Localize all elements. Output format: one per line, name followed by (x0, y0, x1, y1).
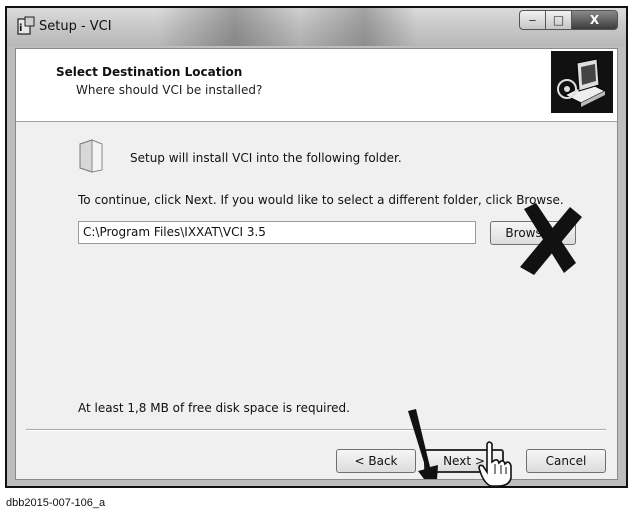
setup-window: i Setup - VCI ‒ □ X Select Destination L… (5, 6, 628, 488)
wizard-header: Select Destination Location Where should… (16, 49, 617, 122)
setup-app-icon: i (17, 16, 35, 36)
destination-path-input[interactable]: C:\Program Files\IXXAT\VCI 3.5 (78, 221, 476, 244)
figure-caption: dbb2015-007-106_a (6, 497, 106, 509)
install-computer-icon (551, 51, 613, 113)
hand-cursor-icon (477, 440, 517, 488)
footer-divider (26, 429, 606, 431)
folder-icon (78, 138, 104, 174)
minimize-button[interactable]: ‒ (519, 10, 546, 30)
cross-out-mark-icon (514, 201, 584, 277)
page-title: Select Destination Location (56, 65, 243, 79)
page-subtitle: Where should VCI be installed? (76, 83, 263, 97)
window-title: Setup - VCI (39, 19, 112, 34)
svg-text:i: i (19, 23, 22, 34)
cancel-button[interactable]: Cancel (526, 449, 606, 473)
wizard-page: Select Destination Location Where should… (15, 48, 618, 480)
title-bar[interactable]: i Setup - VCI ‒ □ X (7, 8, 626, 46)
close-button[interactable]: X (572, 10, 618, 30)
instructions-text: To continue, click Next. If you would li… (78, 193, 564, 207)
disk-space-text: At least 1,8 MB of free disk space is re… (78, 401, 350, 415)
pointer-arrow-icon (400, 409, 460, 479)
install-info-text: Setup will install VCI into the followin… (130, 151, 402, 165)
window-controls: ‒ □ X (519, 10, 618, 32)
maximize-button[interactable]: □ (546, 10, 572, 30)
